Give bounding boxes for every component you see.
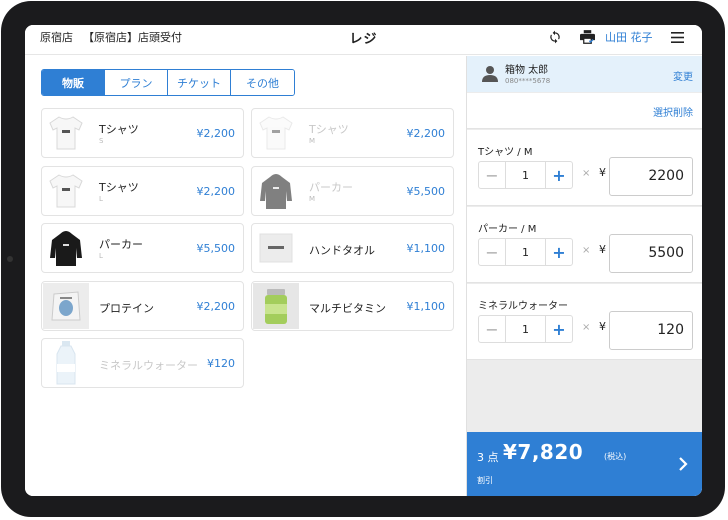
tshirt-icon	[43, 110, 89, 156]
quantity-value: 1	[522, 322, 529, 336]
product-card-hoodie-l[interactable]: パーカー L ¥5,500	[41, 223, 244, 273]
cart-line-name: ミネラルウォーター	[478, 301, 568, 312]
product-card-protein[interactable]: プロテイン ¥2,200	[41, 281, 244, 331]
customer-bar: 箱物 太郎 080****5678 変更	[467, 56, 702, 92]
product-card-multivitamin[interactable]: マルチビタミン ¥1,100	[251, 281, 454, 331]
decrement-button[interactable]: −	[479, 316, 506, 342]
quantity-stepper: − 1 +	[478, 315, 573, 343]
customer-phone: 080****5678	[505, 77, 551, 85]
product-name: ミネラルウォーター	[99, 359, 198, 372]
customer-name: 箱物 太郎	[505, 65, 549, 76]
product-variant: L	[99, 195, 103, 203]
person-icon	[481, 65, 499, 83]
towel-icon	[253, 225, 299, 271]
product-name: ハンドタオル	[309, 244, 375, 257]
product-pane: 物販 プラン チケット その他 Tシャツ S ¥2,200 Tシャツ M ¥2,…	[25, 56, 466, 496]
product-card-tshirt-l[interactable]: Tシャツ L ¥2,200	[41, 166, 244, 216]
sync-icon[interactable]	[546, 28, 564, 46]
vitamin-icon	[253, 283, 299, 329]
product-card-hand-towel[interactable]: ハンドタオル ¥1,100	[251, 223, 454, 273]
page-title: レジ	[349, 32, 378, 47]
cart-line-name: Tシャツ / M	[478, 147, 533, 158]
checkout-button[interactable]: 3 点 ¥7,820 (税込) 割引	[467, 432, 702, 496]
product-variant: M	[309, 137, 316, 145]
product-price: ¥2,200	[196, 127, 236, 140]
print-icon[interactable]	[578, 28, 596, 46]
increment-button[interactable]: +	[545, 239, 572, 265]
cart-line: Tシャツ / M − 1 + × ¥ 2200	[467, 130, 702, 206]
product-price: ¥2,200	[196, 300, 236, 313]
water-bottle-icon	[43, 340, 89, 386]
change-customer-link[interactable]: 変更	[673, 68, 693, 83]
cart-line-name: パーカー / M	[478, 224, 537, 235]
category-tabs: 物販 プラン チケット その他	[41, 69, 295, 96]
times-sign: ×	[582, 168, 591, 179]
yen-sign: ¥	[599, 243, 606, 256]
product-name: Tシャツ	[99, 181, 139, 194]
tab-other[interactable]: その他	[231, 70, 294, 95]
product-price: ¥1,100	[406, 242, 446, 255]
times-sign: ×	[582, 322, 591, 333]
cart-line: パーカー / M − 1 + × ¥ 5500	[467, 207, 702, 283]
hoodie-icon	[43, 225, 89, 271]
discount-link[interactable]: 割引	[477, 475, 493, 486]
total-amount: ¥7,820	[503, 440, 584, 464]
product-name: パーカー	[309, 181, 353, 194]
camera-dot	[7, 256, 13, 262]
product-price: ¥5,500	[406, 185, 446, 198]
decrement-button[interactable]: −	[479, 239, 506, 265]
product-name: Tシャツ	[309, 123, 349, 136]
product-variant: L	[99, 252, 103, 260]
protein-icon	[43, 283, 89, 329]
product-price: ¥5,500	[196, 242, 236, 255]
increment-button[interactable]: +	[545, 316, 572, 342]
quantity-value: 1	[522, 245, 529, 259]
quantity-stepper: − 1 +	[478, 161, 573, 189]
increment-button[interactable]: +	[545, 162, 572, 188]
cart-line: ミネラルウォーター − 1 + × ¥ 120	[467, 284, 702, 360]
price-input[interactable]: 5500	[609, 234, 693, 273]
product-card-hoodie-m[interactable]: パーカー M ¥5,500	[251, 166, 454, 216]
tab-plan[interactable]: プラン	[105, 70, 168, 95]
product-card-tshirt-m[interactable]: Tシャツ M ¥2,200	[251, 108, 454, 158]
product-name: マルチビタミン	[309, 302, 386, 315]
item-count: 3 点	[477, 451, 499, 464]
tab-ticket[interactable]: チケット	[168, 70, 231, 95]
product-price: ¥1,100	[406, 300, 446, 313]
app-header: 原宿店 【原宿店】店頭受付 レジ 山田 花子	[25, 25, 702, 55]
yen-sign: ¥	[599, 166, 606, 179]
product-name: パーカー	[99, 238, 143, 251]
price-input[interactable]: 120	[609, 311, 693, 350]
tablet-frame: 原宿店 【原宿店】店頭受付 レジ 山田 花子 物販 プラン チケット その他 T…	[1, 1, 725, 517]
delete-selected-link[interactable]: 選択削除	[653, 104, 693, 119]
app-screen: 原宿店 【原宿店】店頭受付 レジ 山田 花子 物販 プラン チケット その他 T…	[25, 25, 702, 496]
yen-sign: ¥	[599, 320, 606, 333]
chevron-right-icon	[677, 456, 691, 472]
quantity-stepper: − 1 +	[478, 238, 573, 266]
product-card-mineral-water[interactable]: ミネラルウォーター ¥120	[41, 338, 244, 388]
cart-pane: 箱物 太郎 080****5678 変更 選択削除 Tシャツ / M − 1 +…	[466, 56, 702, 496]
tshirt-icon	[253, 110, 299, 156]
menu-icon[interactable]	[668, 28, 686, 46]
product-variant: M	[309, 195, 316, 203]
times-sign: ×	[582, 245, 591, 256]
hoodie-icon	[253, 168, 299, 214]
product-variant: S	[99, 137, 104, 145]
product-price: ¥2,200	[196, 185, 236, 198]
product-name: プロテイン	[99, 302, 154, 315]
tax-included-label: (税込)	[604, 452, 627, 461]
tab-merchandise[interactable]: 物販	[42, 70, 105, 95]
quantity-value: 1	[522, 168, 529, 182]
product-name: Tシャツ	[99, 123, 139, 136]
user-name-link[interactable]: 山田 花子	[605, 29, 653, 45]
tshirt-icon	[43, 168, 89, 214]
price-input[interactable]: 2200	[609, 157, 693, 196]
decrement-button[interactable]: −	[479, 162, 506, 188]
cart-actions: 選択削除	[467, 93, 702, 129]
product-price: ¥2,200	[406, 127, 446, 140]
product-card-tshirt-s[interactable]: Tシャツ S ¥2,200	[41, 108, 244, 158]
product-price: ¥120	[207, 357, 235, 370]
